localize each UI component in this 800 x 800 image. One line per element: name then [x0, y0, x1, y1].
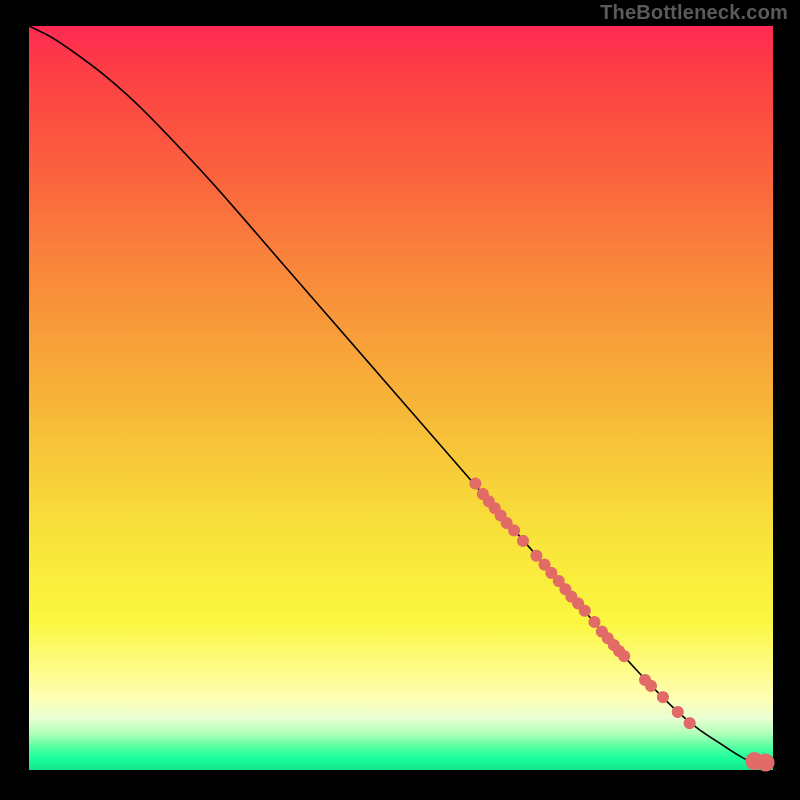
scatter-point — [517, 535, 529, 547]
scatter-point — [469, 478, 481, 490]
scatter-point — [508, 524, 520, 536]
scatter-point — [757, 754, 775, 772]
scatter-point — [618, 650, 630, 662]
watermark-text: TheBottleneck.com — [600, 2, 788, 25]
scatter-point — [657, 691, 669, 703]
chart-overlay — [29, 26, 773, 770]
scatter-point — [579, 605, 591, 617]
plot-area — [29, 26, 773, 770]
scatter-point — [530, 550, 542, 562]
scatter-point — [672, 706, 684, 718]
scatter-points — [469, 478, 774, 772]
curve-line — [29, 26, 773, 763]
scatter-point — [684, 717, 696, 729]
chart-frame: TheBottleneck.com — [0, 0, 800, 800]
scatter-point — [588, 616, 600, 628]
scatter-point — [645, 680, 657, 692]
